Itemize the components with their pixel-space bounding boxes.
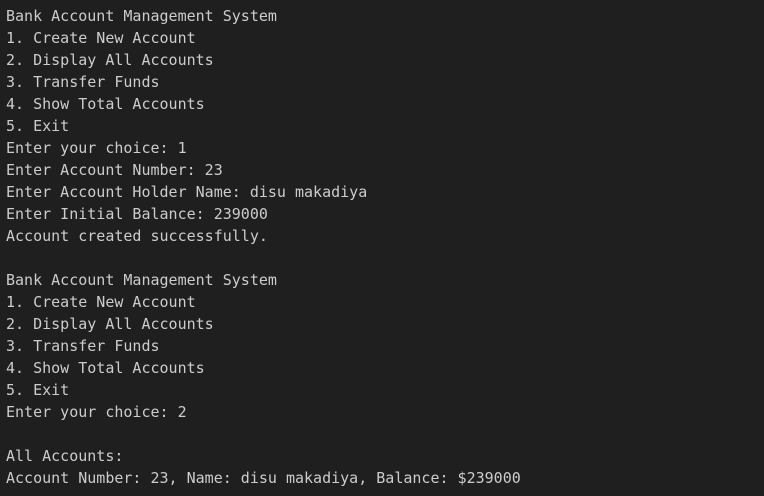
choice-prompt: Enter your choice: 2 bbox=[6, 403, 187, 421]
menu-title: Bank Account Management System bbox=[6, 7, 277, 25]
account-number-prompt: Enter Account Number: 23 bbox=[6, 161, 223, 179]
menu-option-create-account: 1. Create New Account bbox=[6, 29, 196, 47]
success-message: Account created successfully. bbox=[6, 227, 268, 245]
menu-option-exit: 5. Exit bbox=[6, 117, 70, 135]
menu-option-transfer-funds: 3. Transfer Funds bbox=[6, 73, 160, 91]
choice-prompt: Enter your choice: 1 bbox=[6, 139, 187, 157]
menu-option-exit: 5. Exit bbox=[6, 381, 70, 399]
menu-option-display-accounts: 2. Display All Accounts bbox=[6, 315, 214, 333]
terminal-output[interactable]: Bank Account Management System 1. Create… bbox=[0, 0, 764, 496]
menu-option-display-accounts: 2. Display All Accounts bbox=[6, 51, 214, 69]
menu-option-transfer-funds: 3. Transfer Funds bbox=[6, 337, 160, 355]
account-record: Account Number: 23, Name: disu makadiya,… bbox=[6, 469, 521, 487]
menu-option-show-total: 4. Show Total Accounts bbox=[6, 359, 205, 377]
accounts-header: All Accounts: bbox=[6, 447, 124, 465]
holder-name-prompt: Enter Account Holder Name: disu makadiya bbox=[6, 183, 368, 201]
initial-balance-prompt: Enter Initial Balance: 239000 bbox=[6, 205, 268, 223]
menu-option-create-account: 1. Create New Account bbox=[6, 293, 196, 311]
menu-option-show-total: 4. Show Total Accounts bbox=[6, 95, 205, 113]
menu-title: Bank Account Management System bbox=[6, 271, 277, 289]
